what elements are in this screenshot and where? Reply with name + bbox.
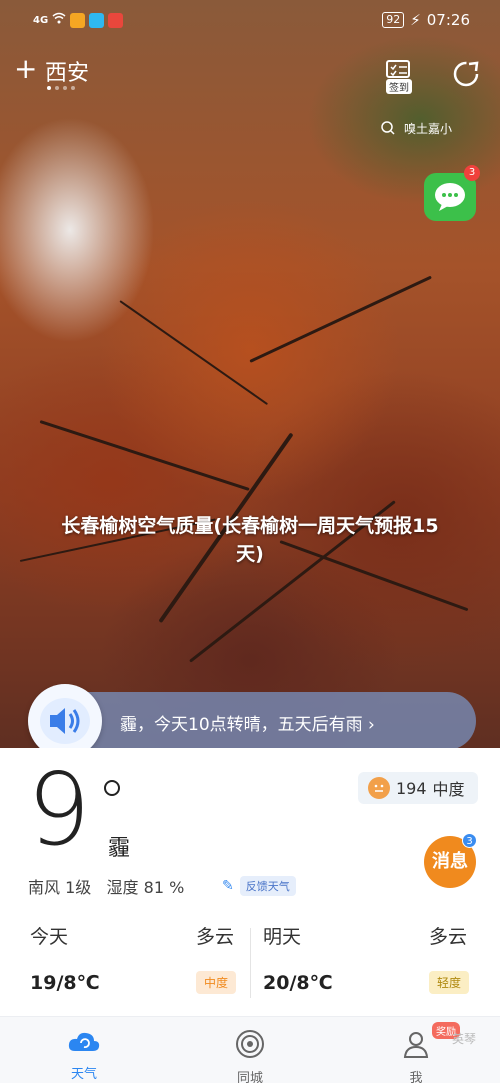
page-indicator — [47, 86, 75, 90]
forecast-day: 今天 — [30, 926, 69, 948]
feedback-label: 反馈天气 — [239, 876, 296, 896]
current-temperature: 9 — [27, 751, 91, 868]
search-text: 嗅土嘉小 — [404, 122, 453, 136]
signin-label: 签到 — [386, 79, 412, 94]
message-badge: 3 — [462, 833, 477, 848]
share-icon — [453, 61, 479, 87]
forecast-condition: 多云 — [196, 926, 235, 948]
notification-app-icon — [108, 12, 124, 28]
speaker-icon — [40, 698, 90, 744]
forecast-day: 明天 — [263, 926, 302, 948]
bottom-nav: 天气 同城 我 — [0, 1016, 500, 1083]
feedback-button[interactable]: ✎ 反馈天气 — [222, 876, 296, 896]
watermark: 英琴 — [452, 1032, 477, 1046]
aqi-face-icon — [368, 777, 390, 799]
nav-label: 天气 — [70, 1067, 97, 1082]
forecast-temps: 20/8℃ — [263, 972, 333, 994]
charging-icon: ⚡ — [410, 11, 421, 29]
forecast-condition: 多云 — [429, 926, 468, 948]
nav-label: 同城 — [236, 1071, 263, 1083]
banner-text[interactable]: 霾，今天10点转晴，五天后有雨 › — [120, 710, 375, 735]
weather-cloud-icon — [54, 1029, 114, 1059]
wind-humidity: 南风 1级 湿度 81 % — [28, 874, 184, 898]
city-name[interactable]: 西安 — [45, 55, 89, 87]
add-city-button[interactable]: + — [14, 55, 37, 83]
clock: 07:26 — [426, 11, 470, 29]
nearby-icon — [220, 1029, 280, 1063]
notification-app-icon — [70, 12, 86, 28]
forecast-divider — [250, 928, 251, 998]
notification-app-icon — [89, 12, 105, 28]
signin-button[interactable]: 签到 — [386, 60, 414, 94]
wind-info: 南风 1级 — [28, 878, 92, 897]
search-icon — [380, 120, 396, 139]
forecast-aqi-badge: 中度 — [196, 971, 237, 994]
nav-tab-weather[interactable]: 天气 — [54, 1029, 114, 1082]
pen-icon: ✎ — [222, 878, 234, 894]
aqi-value: 194 — [396, 778, 427, 798]
forecast-aqi-badge: 轻度 — [429, 971, 470, 994]
chat-badge: 3 — [464, 165, 480, 181]
background-photo — [0, 0, 500, 760]
nav-label: 我 — [409, 1071, 423, 1083]
signal-indicator: 4G — [33, 14, 49, 26]
aqi-badge[interactable]: 194 中度 — [358, 772, 478, 804]
nav-tab-nearby[interactable]: 同城 — [220, 1029, 280, 1083]
humidity-info: 湿度 81 % — [106, 878, 185, 897]
status-bar: 4G 92 ⚡ 07:26 — [0, 0, 500, 40]
wifi-icon — [52, 12, 66, 28]
header: + 西安 — [0, 50, 500, 100]
search-bar[interactable]: 嗅土嘉小 — [380, 120, 452, 139]
battery-indicator: 92 — [382, 12, 405, 28]
current-condition: 霾 — [108, 836, 131, 861]
forecast-temps: 19/8℃ — [30, 972, 100, 994]
checklist-icon — [386, 60, 410, 78]
share-button[interactable] — [452, 60, 480, 88]
aqi-level: 中度 — [432, 780, 465, 799]
degree-symbol-icon — [104, 780, 120, 796]
forecast-today[interactable]: 今天 多云 19/8℃ 中度 — [30, 922, 240, 994]
forecast-tomorrow[interactable]: 明天 多云 20/8℃ 轻度 — [263, 922, 473, 994]
headline: 长春榆树空气质量(长春榆树一周天气预报15天) — [61, 515, 439, 565]
